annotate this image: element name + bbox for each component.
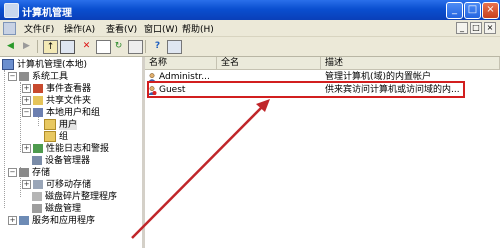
collapse-icon[interactable]: − [8, 72, 17, 81]
menu-bar: 文件(F) 操作(A) 查看(V) 窗口(W) 帮助(H) _ □ × [0, 20, 500, 37]
maximize-button[interactable]: □ [464, 2, 481, 19]
removable-storage-icon [33, 180, 43, 189]
performance-icon [33, 144, 43, 153]
expand-icon[interactable]: + [8, 216, 17, 225]
toolbar: ◀ ▶ ↑ ✕ ↻ ? [0, 37, 500, 57]
column-header-name[interactable]: 名称 [145, 57, 217, 70]
folder-icon [44, 131, 56, 142]
mmc-icon[interactable] [167, 40, 182, 54]
help-icon[interactable]: ? [151, 40, 164, 52]
collapse-icon[interactable]: − [8, 168, 17, 177]
tree-label: 可移动存储 [46, 180, 92, 190]
close-button[interactable]: × [482, 2, 499, 19]
disk-icon [32, 204, 42, 213]
tree-item-shared-folders[interactable]: + 共享文件夹 [22, 95, 91, 107]
tree-item-performance-logs[interactable]: + 性能日志和警报 [22, 143, 109, 155]
tree-label: 组 [59, 132, 69, 142]
user-list: 名称 全名 描述 Administr... 管理计算机(域)的内置帐户 Gues… [145, 57, 500, 248]
tree-item-system-tools[interactable]: − 系统工具 [8, 71, 68, 83]
defrag-icon [32, 192, 42, 201]
device-manager-icon [32, 156, 42, 165]
collapse-icon[interactable]: − [22, 108, 31, 117]
menu-window[interactable]: 窗口(W) [144, 22, 178, 35]
back-icon[interactable]: ◀ [4, 40, 17, 52]
computer-management-icon [4, 3, 19, 18]
tree-label: 设备管理器 [45, 156, 91, 166]
expand-icon[interactable]: + [22, 144, 31, 153]
users-groups-icon [33, 108, 43, 117]
up-folder-icon[interactable]: ↑ [43, 40, 58, 54]
title-bar: 计算机管理 _ □ × [0, 0, 500, 20]
tree-label: 磁盘管理 [45, 204, 82, 214]
tree-label: 服务和应用程序 [32, 216, 96, 226]
refresh-icon[interactable]: ↻ [112, 40, 125, 52]
tree-item-services-apps[interactable]: + 服务和应用程序 [8, 215, 95, 227]
console-doc-icon [3, 22, 16, 35]
folder-icon [44, 119, 56, 130]
services-icon [19, 216, 29, 225]
tree-root[interactable]: 计算机管理(本地) [2, 59, 87, 71]
delete-icon[interactable]: ✕ [80, 40, 93, 52]
tree-item-removable-storage[interactable]: + 可移动存储 [22, 179, 91, 191]
storage-icon [19, 168, 29, 177]
guest-highlight-box [147, 81, 465, 98]
expand-icon[interactable]: + [22, 180, 31, 189]
tree-item-device-manager[interactable]: 设备管理器 [32, 155, 90, 167]
tree-label: 系统工具 [32, 72, 69, 82]
menu-action[interactable]: 操作(A) [64, 22, 95, 35]
tree-label: 磁盘碎片整理程序 [45, 192, 118, 202]
tree-label: 存储 [32, 168, 51, 178]
tree-item-event-viewer[interactable]: + 事件查看器 [22, 83, 91, 95]
tree-label: 性能日志和警报 [46, 144, 110, 154]
properties-icon[interactable] [96, 40, 111, 54]
tree-label: 本地用户和组 [46, 108, 101, 118]
column-header-fullname[interactable]: 全名 [217, 57, 321, 70]
menu-view[interactable]: 查看(V) [106, 22, 137, 35]
tree-item-local-users-groups[interactable]: − 本地用户和组 [22, 107, 100, 119]
tree-item-groups[interactable]: 组 [44, 131, 68, 143]
forward-icon[interactable]: ▶ [20, 40, 33, 52]
tree-label: 事件查看器 [46, 84, 92, 94]
export-list-icon[interactable] [128, 40, 143, 54]
tree-item-storage[interactable]: − 存储 [8, 167, 50, 179]
show-tree-icon[interactable] [60, 40, 75, 54]
tree-item-users[interactable]: 用户 [44, 119, 78, 131]
child-close-button[interactable]: × [484, 22, 496, 34]
console-tree: 计算机管理(本地) − 系统工具 + 事件查看器 + 共享文件夹 − 本地用户和组 用户… [0, 57, 145, 248]
child-minimize-button[interactable]: _ [456, 22, 468, 34]
tree-root-label: 计算机管理(本地) [17, 60, 88, 70]
tree-label: 用户 [59, 120, 78, 130]
menu-file[interactable]: 文件(F) [24, 22, 54, 35]
child-restore-button[interactable]: □ [470, 22, 482, 34]
menu-help[interactable]: 帮助(H) [182, 22, 214, 35]
tools-icon [19, 72, 29, 81]
expand-icon[interactable]: + [22, 84, 31, 93]
tree-item-disk-management[interactable]: 磁盘管理 [32, 203, 81, 215]
tree-item-defragmenter[interactable]: 磁盘碎片整理程序 [32, 191, 117, 203]
shared-folder-icon [33, 96, 43, 105]
window-title: 计算机管理 [22, 8, 72, 19]
computer-icon [2, 59, 14, 70]
event-viewer-icon [33, 84, 43, 93]
expand-icon[interactable]: + [22, 96, 31, 105]
tree-label: 共享文件夹 [46, 96, 92, 106]
minimize-button[interactable]: _ [446, 2, 463, 19]
column-header-description[interactable]: 描述 [321, 57, 500, 70]
